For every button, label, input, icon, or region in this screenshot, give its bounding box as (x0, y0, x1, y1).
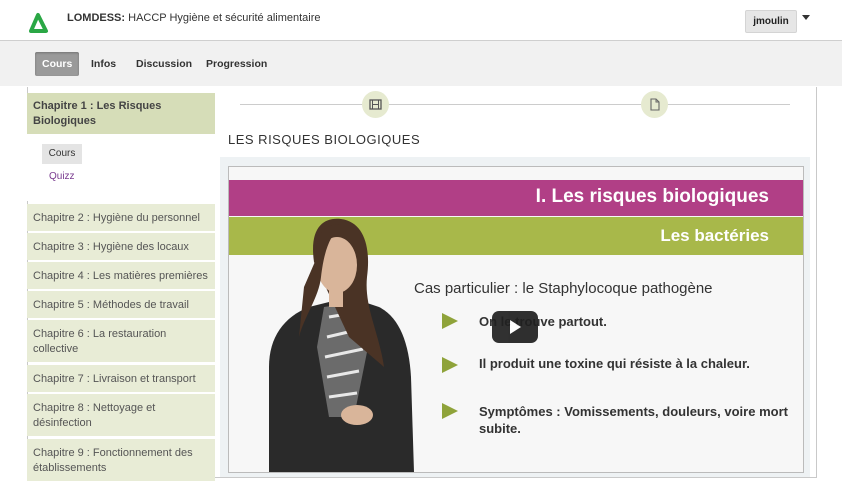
lesson-quizz[interactable]: Quizz (49, 171, 75, 182)
course-title: LOMDESS: HACCP Hygiène et sécurité alime… (67, 12, 321, 24)
tab-progression[interactable]: Progression (199, 52, 274, 76)
step-document[interactable] (641, 91, 668, 118)
lesson-content: LES RISQUES BIOLOGIQUES I. Les risques b… (220, 88, 816, 477)
course-name: HACCP Hygiène et sécurité alimentaire (128, 12, 321, 24)
lesson-title: LES RISQUES BIOLOGIQUES (228, 132, 421, 147)
tab-infos[interactable]: Infos (84, 52, 123, 76)
chevron-down-icon[interactable] (802, 15, 810, 20)
sidebar-chapter-3[interactable]: Chapitre 3 : Hygiène des locaux (27, 233, 215, 260)
film-icon (369, 99, 382, 110)
course-tabs-bar: Cours Infos Discussion Progression (0, 41, 842, 86)
sidebar-chapter-5[interactable]: Chapitre 5 : Méthodes de travail (27, 291, 215, 318)
play-button[interactable] (492, 311, 538, 343)
sidebar-chapter-6[interactable]: Chapitre 6 : La restauration collective (27, 320, 215, 362)
tab-cours[interactable]: Cours (35, 52, 80, 76)
sidebar-chapter-9[interactable]: Chapitre 9 : Fonctionnement des établiss… (27, 439, 215, 481)
sidebar-chapter-7[interactable]: Chapitre 7 : Livraison et transport (27, 365, 215, 392)
lesson-list: Cours Quizz (27, 134, 215, 201)
sidebar-chapter-1[interactable]: Chapitre 1 : Les Risques Biologiques (27, 93, 215, 134)
video-container: I. Les risques biologiques Les bactéries… (220, 157, 810, 477)
lomdess-logo-icon[interactable] (27, 12, 49, 34)
video-player[interactable]: I. Les risques biologiques Les bactéries… (228, 166, 804, 473)
top-bar: LOMDESS: HACCP Hygiène et sécurité alime… (0, 0, 842, 41)
document-icon (650, 98, 660, 111)
sidebar-chapter-4[interactable]: Chapitre 4 : Les matières premières (27, 262, 215, 289)
sidebar-chapter-8[interactable]: Chapitre 8 : Nettoyage et désinfection (27, 394, 215, 436)
play-icon (510, 320, 521, 334)
step-video[interactable] (362, 91, 389, 118)
user-menu-button[interactable]: jmoulin (745, 10, 797, 33)
lesson-cours[interactable]: Cours (42, 144, 82, 164)
brand-name: LOMDESS: (67, 12, 126, 24)
step-progress-line (240, 104, 790, 105)
tab-discussion[interactable]: Discussion (129, 52, 199, 76)
sidebar-chapter-2[interactable]: Chapitre 2 : Hygiène du personnel (27, 204, 215, 231)
